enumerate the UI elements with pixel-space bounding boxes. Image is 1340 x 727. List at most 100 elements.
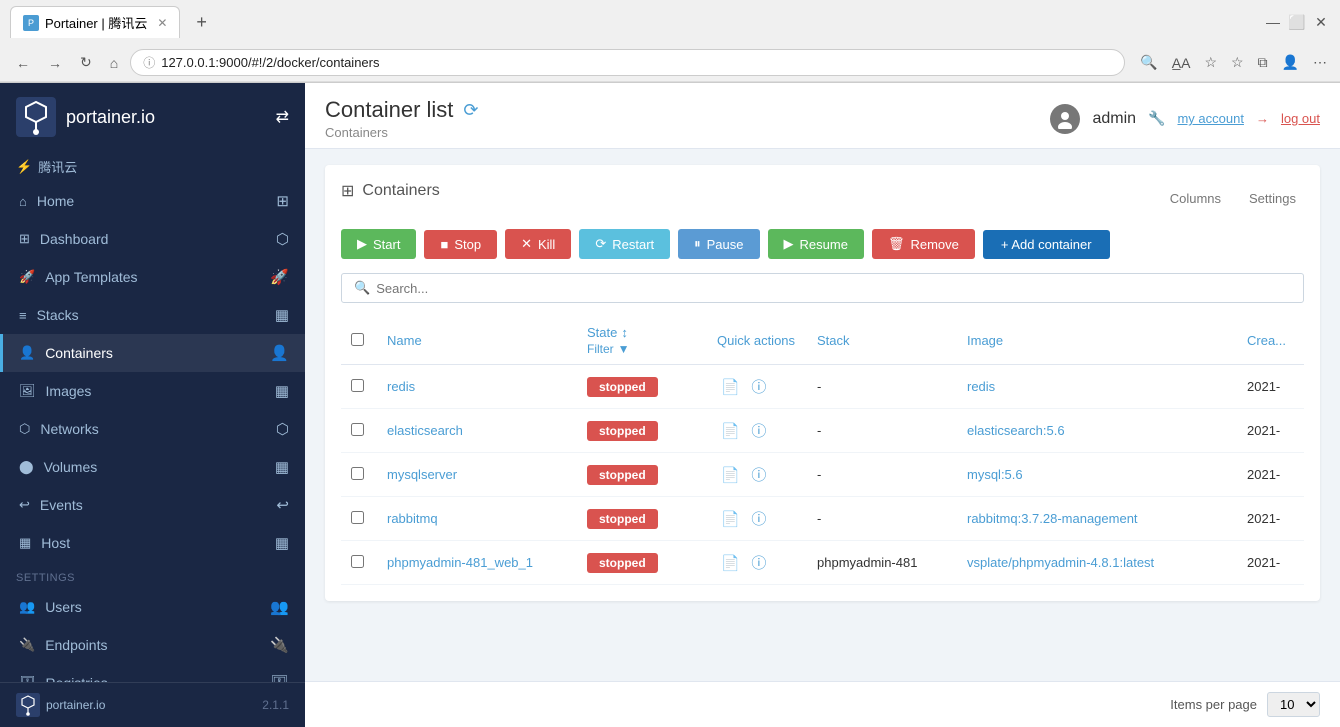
tab-close-btn[interactable]: ✕ [157, 16, 167, 30]
address-bar[interactable]: ⓘ 127.0.0.1:9000/#!/2/docker/containers [130, 49, 1125, 76]
row-image-cell: vsplate/phpmyadmin-4.8.1:latest [957, 541, 1237, 585]
row-name-cell: phpmyadmin-481_web_1 [377, 541, 577, 585]
sidebar-item-images[interactable]: 🖼 Images ▦ [0, 372, 305, 410]
quick-action-inspect-btn[interactable]: ⓘ [747, 550, 770, 575]
stack-sort-link[interactable]: Stack [817, 333, 947, 348]
image-link[interactable]: rabbitmq:3.7.28-management [967, 511, 1138, 526]
items-per-page-select[interactable]: 10 25 50 [1267, 692, 1320, 717]
row-checkbox[interactable] [351, 555, 364, 568]
quick-action-logs-btn[interactable]: 📄 [717, 420, 744, 442]
resume-btn[interactable]: ▶ Resume [768, 229, 864, 259]
sidebar-pin-btn[interactable]: ⇄ [276, 107, 289, 127]
sidebar-item-containers[interactable]: 👤 Containers 👤 [0, 334, 305, 372]
quick-action-inspect-btn[interactable]: ⓘ [747, 462, 770, 487]
dashboard-icon: ⊞ [19, 231, 30, 247]
container-name-link[interactable]: phpmyadmin-481_web_1 [387, 555, 533, 570]
container-name-link[interactable]: rabbitmq [387, 511, 438, 526]
refresh-icon[interactable]: ⟳ [463, 100, 478, 121]
log-out-link[interactable]: log out [1281, 111, 1320, 126]
close-btn[interactable]: ✕ [1312, 13, 1330, 31]
image-link[interactable]: vsplate/phpmyadmin-4.8.1:latest [967, 555, 1154, 570]
items-per-page-label: Items per page [1170, 697, 1257, 712]
search-icon: 🔍 [354, 280, 370, 296]
settings-btn[interactable]: Settings [1241, 187, 1304, 210]
filter-icon[interactable]: ▼ [618, 342, 630, 356]
row-created-cell: 2021- [1237, 365, 1304, 409]
image-sort-link[interactable]: Image [967, 333, 1227, 348]
quick-action-logs-btn[interactable]: 📄 [717, 552, 744, 574]
cloud-badge: ⚡ 腾讯云 [0, 151, 305, 182]
quick-action-inspect-btn[interactable]: ⓘ [747, 418, 770, 443]
restart-icon: ⟳ [595, 236, 606, 252]
columns-btn[interactable]: Columns [1162, 187, 1229, 210]
container-name-link[interactable]: elasticsearch [387, 423, 463, 438]
sidebar-item-volumes[interactable]: ⬤ Volumes ▦ [0, 448, 305, 486]
my-account-link[interactable]: my account [1177, 111, 1243, 126]
browser-tab[interactable]: P Portainer | 腾讯云 ✕ [10, 6, 180, 38]
row-created-cell: 2021- [1237, 497, 1304, 541]
sidebar-item-endpoints[interactable]: 🔌 Endpoints 🔌 [0, 626, 305, 664]
maximize-btn[interactable]: ⬜ [1288, 13, 1306, 31]
name-sort-link[interactable]: Name [387, 333, 567, 348]
sidebar-item-registries[interactable]: 🗄 Registries 🗄 [0, 664, 305, 682]
host-nav-icon: ▦ [275, 534, 289, 552]
table-head: Name State ↕ Filte [341, 317, 1304, 365]
sidebar-item-host[interactable]: ▦ Host ▦ [0, 524, 305, 562]
sidebar-item-users[interactable]: 👥 Users 👥 [0, 588, 305, 626]
forward-btn[interactable]: → [42, 51, 68, 75]
sidebar-item-dashboard[interactable]: ⊞ Dashboard ⬡ [0, 220, 305, 258]
start-btn[interactable]: ▶ Start [341, 229, 416, 259]
image-link[interactable]: redis [967, 379, 995, 394]
search-input[interactable] [376, 281, 1291, 296]
sidebar-item-app-templates[interactable]: 🚀 App Templates 🚀 [0, 258, 305, 296]
profile-btn[interactable]: 👤 [1279, 51, 1302, 74]
kill-btn[interactable]: ✕ Kill [505, 229, 571, 259]
quick-action-logs-btn[interactable]: 📄 [717, 508, 744, 530]
quick-action-logs-btn[interactable]: 📄 [717, 376, 744, 398]
favorites-bar-btn[interactable]: ☆ [1228, 51, 1247, 74]
row-checkbox-cell [341, 365, 377, 409]
pause-btn[interactable]: ⏸ Pause [678, 229, 759, 259]
sidebar-item-stacks[interactable]: ≡ Stacks ▦ [0, 296, 305, 334]
minimize-btn[interactable]: — [1264, 13, 1282, 31]
containers-nav-icon: 👤 [270, 344, 289, 362]
start-icon: ▶ [357, 236, 367, 252]
quick-action-logs-btn[interactable]: 📄 [717, 464, 744, 486]
collections-btn[interactable]: ⧉ [1255, 51, 1271, 74]
new-tab-btn[interactable]: + [188, 8, 215, 37]
image-link[interactable]: mysql:5.6 [967, 467, 1023, 482]
favorites-btn[interactable]: ☆ [1201, 51, 1220, 74]
row-checkbox[interactable] [351, 423, 364, 436]
row-stack-cell: phpmyadmin-481 [807, 541, 957, 585]
row-checkbox[interactable] [351, 467, 364, 480]
restart-btn[interactable]: ⟳ Restart [579, 229, 670, 259]
remove-btn[interactable]: 🗑 Remove [872, 229, 975, 259]
more-btn[interactable]: ⋯ [1310, 51, 1330, 74]
container-name-link[interactable]: redis [387, 379, 415, 394]
quick-action-inspect-btn[interactable]: ⓘ [747, 506, 770, 531]
quick-action-inspect-btn[interactable]: ⓘ [747, 374, 770, 399]
row-checkbox[interactable] [351, 511, 364, 524]
state-sort-link[interactable]: State ↕ [587, 325, 697, 340]
refresh-btn[interactable]: ↻ [74, 50, 98, 75]
stop-label: Stop [454, 237, 481, 252]
sidebar-item-events[interactable]: ↩ Events ↩ [0, 486, 305, 524]
back-btn[interactable]: ← [10, 51, 36, 75]
sidebar-item-home[interactable]: ⌂ Home ⊞ [0, 182, 305, 220]
logo-text: portainer.io [66, 107, 155, 128]
users-nav-icon: 👥 [270, 598, 289, 616]
search-nav-btn[interactable]: 🔍 [1137, 51, 1160, 74]
row-checkbox-cell [341, 453, 377, 497]
stop-btn[interactable]: ■ Stop [424, 230, 497, 259]
container-name-link[interactable]: mysqlserver [387, 467, 457, 482]
sidebar-item-networks[interactable]: ⬡ Networks ⬡ [0, 410, 305, 448]
select-all-checkbox[interactable] [351, 333, 364, 346]
row-checkbox[interactable] [351, 379, 364, 392]
reader-btn[interactable]: A̲A [1169, 51, 1194, 74]
users-icon: 👥 [19, 599, 35, 615]
created-sort-link[interactable]: Crea... [1247, 333, 1294, 348]
kill-label: Kill [538, 237, 555, 252]
add-container-btn[interactable]: + Add container [983, 230, 1110, 259]
image-link[interactable]: elasticsearch:5.6 [967, 423, 1065, 438]
home-nav-btn[interactable]: ⌂ [104, 51, 124, 75]
